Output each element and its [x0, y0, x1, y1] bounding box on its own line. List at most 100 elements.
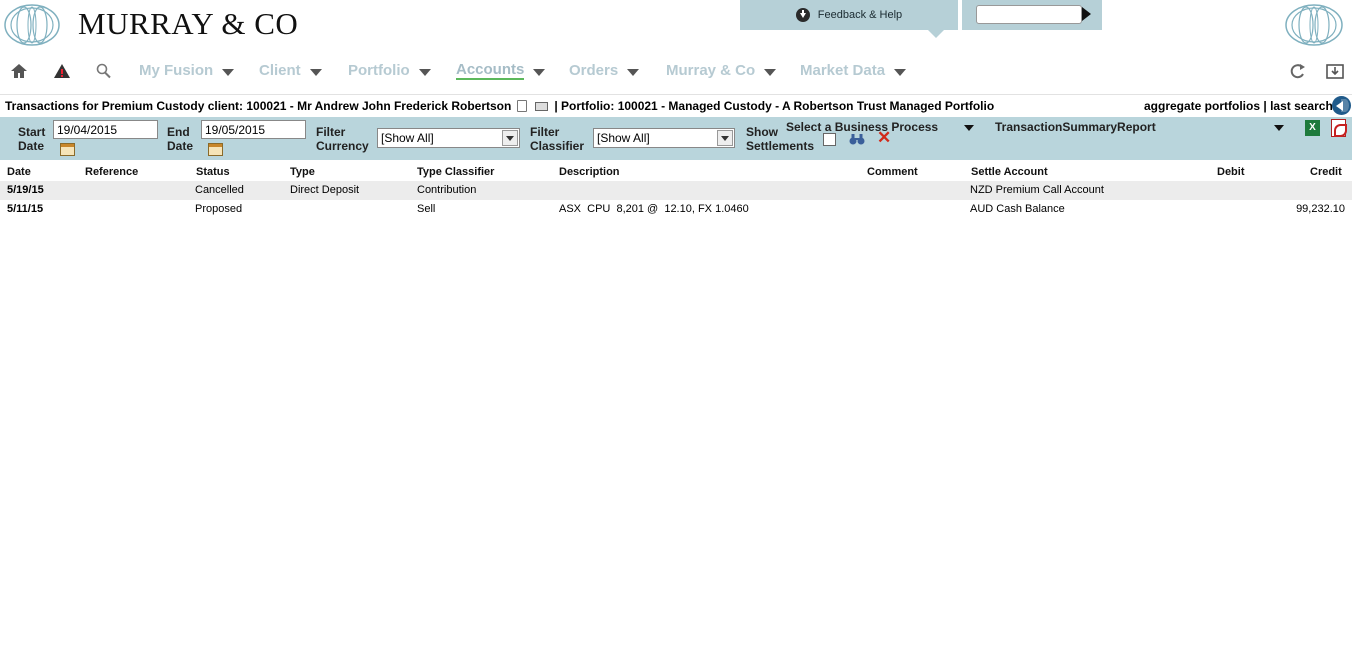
pdf-export-icon[interactable]	[1331, 119, 1347, 137]
nav-client-label: Client	[259, 62, 301, 79]
show-settlements-checkbox[interactable]	[823, 133, 836, 146]
col-status[interactable]: Status	[196, 166, 230, 178]
end-date-input[interactable]	[201, 120, 306, 139]
brand-name: MURRAY & CO	[78, 6, 299, 41]
start-date-label: Start Date	[18, 125, 45, 153]
header-divider	[0, 94, 1352, 95]
cell-description: ASX CPU 8,201 @ 12.10, FX 1.0460	[559, 203, 749, 215]
cell-date: 5/11/15	[7, 203, 44, 215]
nav-orders-label: Orders	[569, 62, 619, 79]
nav-portfolio-label: Portfolio	[348, 62, 410, 79]
company-logo-mark	[4, 4, 60, 46]
back-icon[interactable]	[1332, 96, 1351, 115]
header-search	[962, 0, 1102, 30]
start-date-input[interactable]	[53, 120, 158, 139]
cell-type-classifier: Contribution	[417, 184, 477, 196]
calendar-icon[interactable]	[60, 143, 75, 156]
classifier-select[interactable]: [Show All]	[593, 128, 735, 148]
col-description[interactable]: Description	[559, 166, 620, 178]
filter-classifier-label: Filter Classifier	[530, 125, 584, 153]
search-icon[interactable]	[94, 62, 114, 80]
start-date-label-line1: Start	[18, 125, 46, 139]
refresh-icon[interactable]	[1288, 62, 1308, 80]
currency-select-value: [Show All]	[381, 131, 434, 145]
links-separator: |	[1263, 99, 1267, 113]
col-comment[interactable]: Comment	[867, 166, 918, 178]
excel-export-icon[interactable]: X	[1305, 120, 1320, 136]
chevron-down-icon	[717, 130, 733, 146]
feedback-help-button[interactable]: Feedback & Help	[740, 0, 958, 38]
filter-classifier-label-line2: Classifier	[530, 139, 585, 153]
nav-murray-co[interactable]: Murray & Co	[666, 62, 777, 79]
feedback-help-label: Feedback & Help	[817, 9, 903, 21]
cell-status: Proposed	[195, 203, 243, 215]
calendar-icon[interactable]	[208, 143, 223, 156]
phone-icon[interactable]	[517, 100, 528, 112]
portfolio-title: | Portfolio: 100021 - Managed Custody - …	[554, 99, 995, 113]
nav-portfolio[interactable]: Portfolio	[348, 62, 431, 79]
chevron-down-icon	[533, 69, 546, 76]
filter-bar: Start Date End Date Filter Currency [Sho…	[0, 117, 1352, 160]
chevron-down-icon[interactable]	[1274, 125, 1284, 131]
download-icon	[795, 8, 810, 22]
col-credit[interactable]: Credit	[1310, 166, 1342, 178]
start-date-label-line2: Date	[18, 139, 45, 153]
clear-filter-icon[interactable]: ✕	[877, 129, 891, 146]
chevron-down-icon	[309, 68, 322, 76]
table-row[interactable]: 5/19/15 Cancelled Direct Deposit Contrib…	[0, 181, 1352, 200]
report-select[interactable]: TransactionSummaryReport	[995, 120, 1156, 134]
main-nav: My Fusion Client Portfolio Accounts Orde…	[0, 58, 1352, 88]
chevron-down-icon	[627, 68, 640, 76]
filter-classifier-label-line1: Filter	[530, 125, 560, 139]
chevron-down-icon	[502, 130, 518, 146]
cell-status: Cancelled	[195, 184, 244, 196]
page-title: Transactions for Premium Custody client:…	[5, 99, 994, 113]
col-reference[interactable]: Reference	[85, 166, 138, 178]
search-input[interactable]	[976, 5, 1082, 24]
binoculars-icon[interactable]	[849, 132, 865, 146]
transactions-table: Date Reference Status Type Type Classifi…	[0, 163, 1352, 219]
table-header: Date Reference Status Type Type Classifi…	[0, 163, 1352, 181]
nav-client[interactable]: Client	[259, 62, 322, 79]
chevron-down-icon	[894, 68, 907, 76]
col-debit[interactable]: Debit	[1217, 166, 1245, 178]
save-layout-icon[interactable]	[1325, 62, 1345, 80]
cell-date: 5/19/15	[7, 184, 44, 196]
company-logo-mark-right	[1285, 4, 1343, 46]
nav-accounts[interactable]: Accounts	[456, 61, 546, 80]
nav-my-fusion[interactable]: My Fusion	[139, 62, 235, 79]
filter-currency-label-line2: Currency	[316, 139, 369, 153]
cell-settle-account: AUD Cash Balance	[970, 203, 1065, 215]
aggregate-portfolios-link[interactable]: aggregate portfolios	[1144, 99, 1260, 113]
home-icon[interactable]	[9, 62, 29, 80]
nav-market-data-label: Market Data	[800, 62, 886, 79]
chevron-down-icon[interactable]	[964, 125, 974, 131]
col-type-classifier[interactable]: Type Classifier	[417, 166, 494, 178]
search-go-icon[interactable]	[1082, 7, 1091, 21]
end-date-label: End Date	[167, 125, 193, 153]
client-title: Transactions for Premium Custody client:…	[5, 99, 512, 113]
currency-select[interactable]: [Show All]	[377, 128, 520, 148]
col-settle-account[interactable]: Settle Account	[971, 166, 1048, 178]
nav-accounts-label: Accounts	[456, 61, 525, 80]
col-type[interactable]: Type	[290, 166, 315, 178]
show-settlements-label-line2: Settlements	[746, 139, 815, 153]
filter-currency-label-line1: Filter	[316, 125, 346, 139]
last-search-link[interactable]: last search	[1270, 99, 1333, 113]
chevron-down-icon	[222, 68, 235, 76]
col-date[interactable]: Date	[7, 166, 31, 178]
table-row[interactable]: 5/11/15 Proposed Sell ASX CPU 8,201 @ 12…	[0, 200, 1352, 219]
nav-market-data[interactable]: Market Data	[800, 62, 907, 79]
nav-orders[interactable]: Orders	[569, 62, 640, 79]
header-links: aggregate portfolios | last search	[1144, 99, 1333, 113]
chevron-down-icon	[764, 68, 777, 76]
nav-murray-co-label: Murray & Co	[666, 62, 756, 79]
cell-credit: 99,232.10	[1296, 203, 1345, 215]
mail-icon[interactable]	[535, 101, 549, 111]
classifier-select-value: [Show All]	[597, 131, 650, 145]
nav-my-fusion-label: My Fusion	[139, 62, 214, 79]
filter-currency-label: Filter Currency	[316, 125, 369, 153]
end-date-label-line1: End	[167, 125, 190, 139]
chevron-down-icon	[418, 68, 431, 76]
alert-icon[interactable]	[52, 62, 72, 80]
